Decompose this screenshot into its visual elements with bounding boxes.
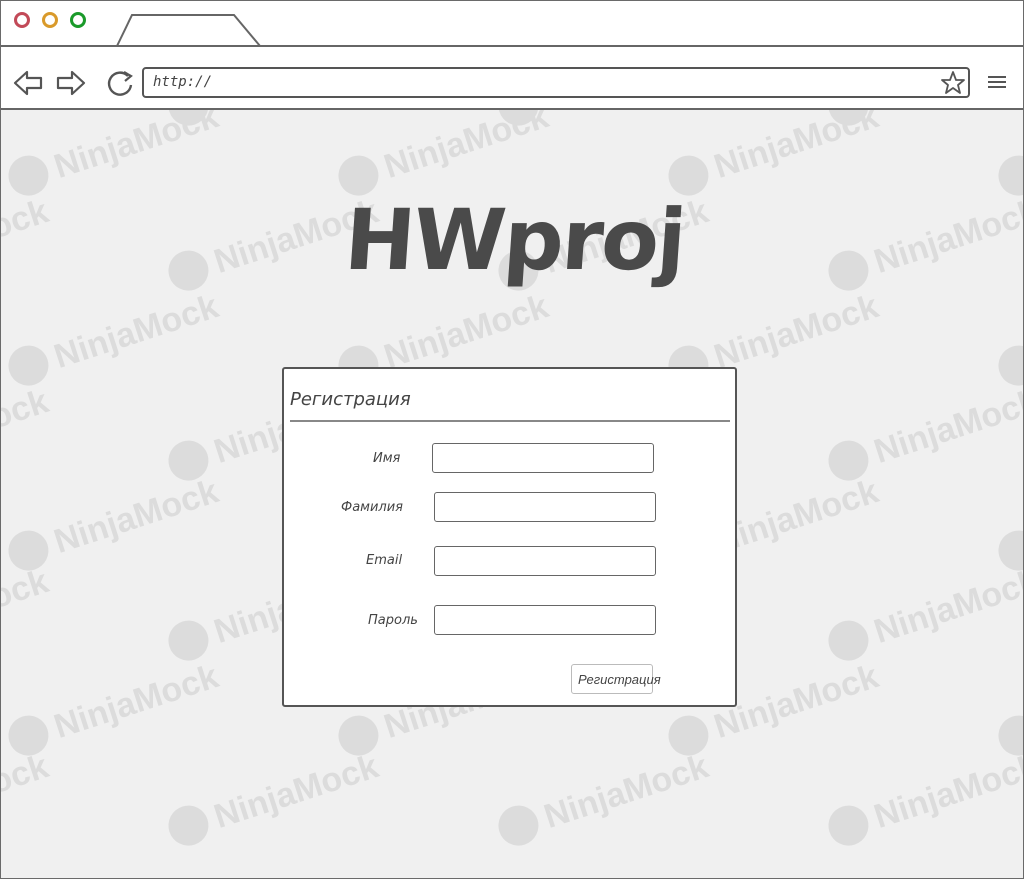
browser-frame [0, 0, 1024, 879]
